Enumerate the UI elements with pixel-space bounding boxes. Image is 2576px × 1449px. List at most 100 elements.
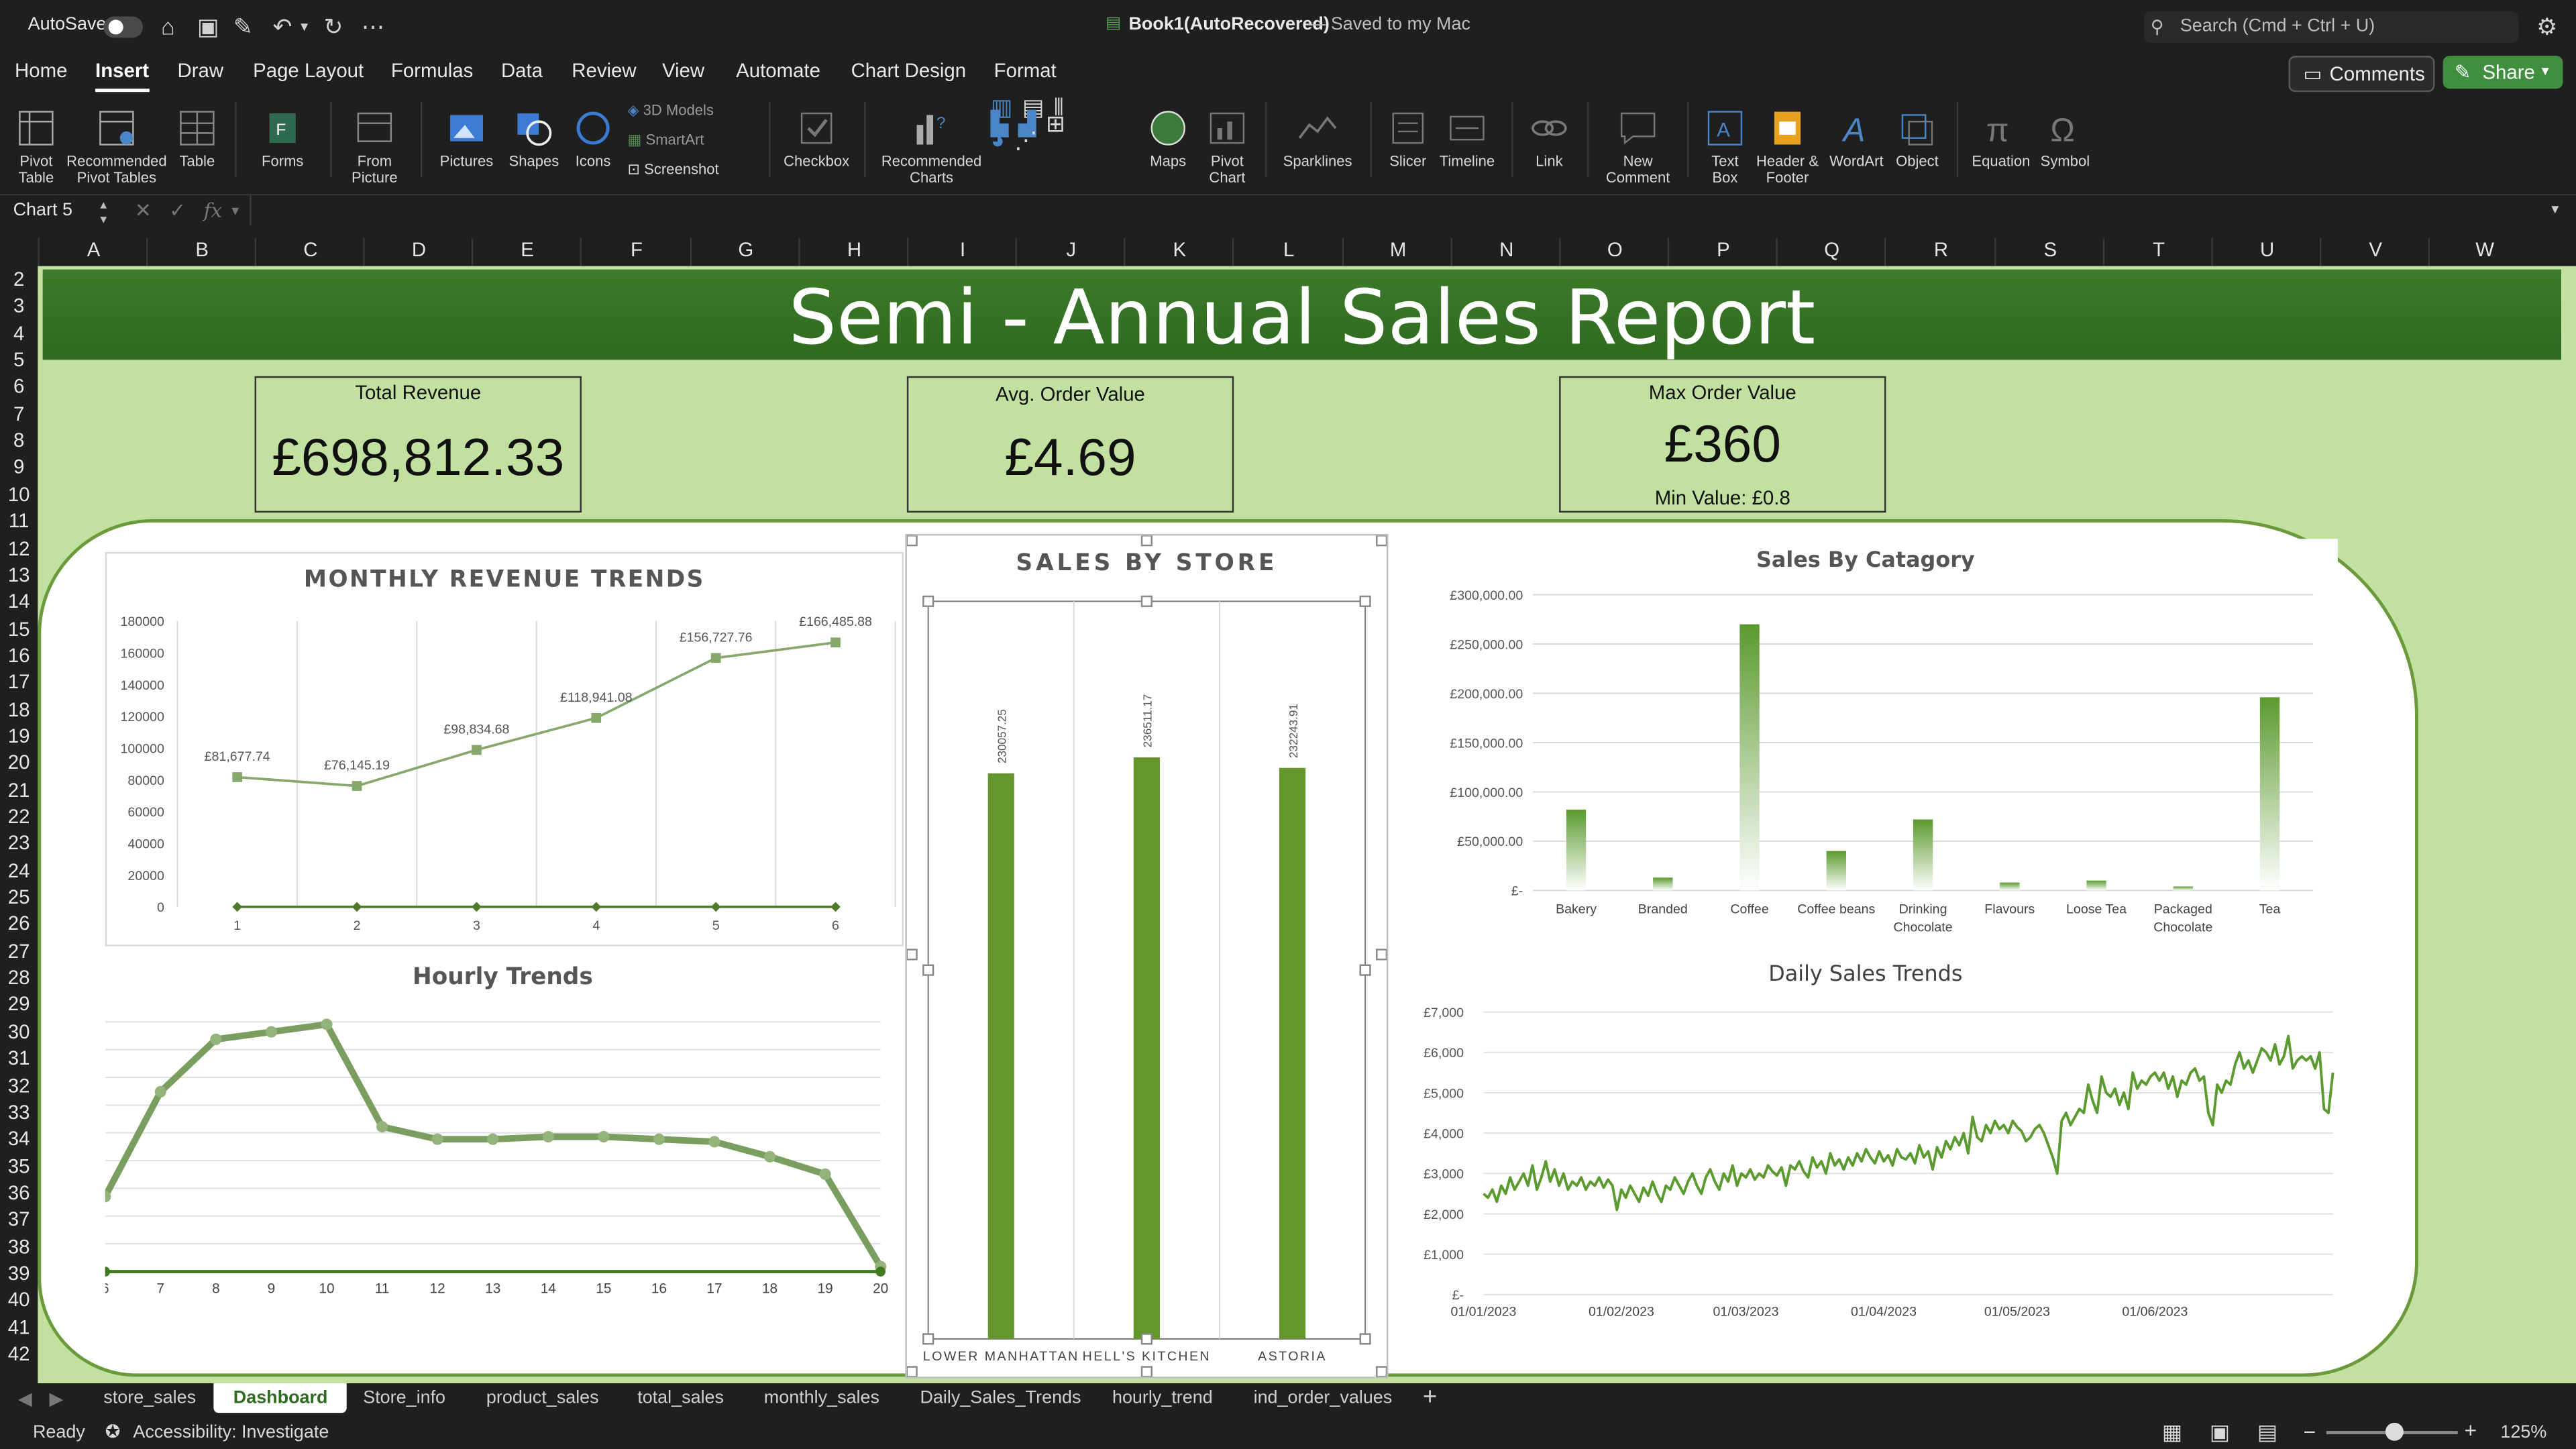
expand-formula-icon[interactable]: ▾ <box>2551 201 2559 219</box>
row-header[interactable]: 5 <box>0 348 38 374</box>
tab-format[interactable]: Format <box>994 59 1057 82</box>
row-header[interactable]: 18 <box>0 698 38 724</box>
next-sheet-icon[interactable]: ▶ <box>49 1388 63 1409</box>
shapes-button[interactable]: Shapes <box>502 102 565 169</box>
row-header[interactable]: 30 <box>0 1020 38 1046</box>
row-header[interactable]: 12 <box>0 537 38 563</box>
formula-input[interactable] <box>250 195 2535 225</box>
save-icon[interactable]: ▣ <box>197 13 219 42</box>
sheet-tab-total-sales[interactable]: total_sales <box>637 1388 724 1407</box>
column-header[interactable]: Q <box>1776 238 1886 266</box>
sheet-tab-store-sales[interactable]: store_sales <box>103 1388 196 1407</box>
row-header[interactable]: 7 <box>0 402 38 428</box>
share-dropdown-icon[interactable]: ▾ <box>2542 62 2549 80</box>
normal-view-icon[interactable]: ▦ <box>2162 1419 2182 1446</box>
zoom-slider-thumb[interactable] <box>2385 1422 2404 1441</box>
pie-chart-icon[interactable]: ◕ <box>991 127 1014 153</box>
3d-models-button[interactable]: ◈ 3D Models <box>628 102 759 118</box>
row-header[interactable]: 3 <box>0 294 38 321</box>
kpi-avg-order-value[interactable]: Avg. Order Value £4.69 <box>906 376 1234 513</box>
row-header[interactable]: 42 <box>0 1342 38 1368</box>
row-header[interactable]: 2 <box>0 268 38 294</box>
accessibility-status[interactable]: Accessibility: Investigate <box>133 1423 329 1442</box>
name-box[interactable]: Chart 5 <box>13 201 72 220</box>
column-header[interactable]: P <box>1667 238 1778 266</box>
sheet-tab-monthly-sales[interactable]: monthly_sales <box>764 1388 879 1407</box>
row-header[interactable]: 14 <box>0 590 38 616</box>
monthly-revenue-chart[interactable]: MONTHLY REVENUE TRENDS 0 20000 40000 60000 8… <box>105 551 904 947</box>
header-footer-button[interactable]: Header & Footer <box>1752 102 1824 186</box>
row-header[interactable]: 33 <box>0 1100 38 1126</box>
slicer-button[interactable]: Slicer <box>1382 102 1434 169</box>
sheet-tab-ind-order-values[interactable]: ind_order_values <box>1254 1388 1393 1407</box>
row-header[interactable]: 21 <box>0 778 38 804</box>
row-header[interactable]: 23 <box>0 832 38 858</box>
column-header[interactable]: M <box>1342 238 1452 266</box>
column-header[interactable]: B <box>146 238 256 266</box>
row-header[interactable]: 13 <box>0 564 38 590</box>
column-header[interactable]: E <box>471 238 582 266</box>
maps-button[interactable]: Maps <box>1140 102 1196 169</box>
column-header[interactable]: D <box>363 238 473 266</box>
redo-icon[interactable]: ↻ <box>323 13 343 42</box>
new-comment-button[interactable]: New Comment <box>1600 102 1676 186</box>
column-header[interactable]: I <box>906 238 1017 266</box>
row-header[interactable]: 19 <box>0 724 38 751</box>
prev-sheet-icon[interactable]: ◀ <box>18 1388 32 1409</box>
screenshot-button[interactable]: ⊡ Screenshot <box>628 161 759 177</box>
dashboard-sheet[interactable]: Semi - Annual Sales Report Total Revenue… <box>38 266 2576 1384</box>
tab-review[interactable]: Review <box>572 59 636 82</box>
from-picture-button[interactable]: From Picture <box>341 102 407 186</box>
column-header[interactable]: K <box>1124 238 1234 266</box>
search-input[interactable]: Search (Cmd + Ctrl + U) <box>2180 16 2375 36</box>
row-header[interactable]: 20 <box>0 751 38 777</box>
sales-by-store-chart[interactable]: SALES BY STORE 230057.25 LOWER MANHATTAN 2… <box>905 533 1389 1379</box>
recommended-pivot-button[interactable]: Recommended Pivot Tables <box>66 102 168 186</box>
text-box-button[interactable]: A Text Box <box>1699 102 1751 186</box>
fx-dropdown-icon[interactable]: ▾ <box>231 202 239 220</box>
undo-dropdown-icon[interactable]: ▾ <box>301 18 308 36</box>
cancel-icon[interactable]: ✕ <box>135 199 152 221</box>
tab-chart-design[interactable]: Chart Design <box>851 59 967 82</box>
object-button[interactable]: Object <box>1889 102 1945 169</box>
chart-type-gallery[interactable]: ▥▤⫴ ▙▟⊞ ◕⋰ <box>991 95 1138 180</box>
column-header[interactable]: L <box>1232 238 1344 266</box>
kpi-max-order-value[interactable]: Max Order Value £360 Min Value: £0.8 <box>1559 376 1886 513</box>
row-header[interactable]: 31 <box>0 1046 38 1073</box>
tab-view[interactable]: View <box>662 59 704 82</box>
share-button[interactable]: ✎ Share ▾ <box>2443 56 2563 89</box>
row-header[interactable]: 24 <box>0 859 38 885</box>
select-all-corner[interactable] <box>0 233 38 266</box>
column-header[interactable]: O <box>1559 238 1669 266</box>
column-header[interactable]: F <box>580 238 692 266</box>
function-icon[interactable]: fx <box>204 199 222 221</box>
enter-icon[interactable]: ✓ <box>169 199 186 221</box>
kpi-total-revenue[interactable]: Total Revenue £698,812.33 <box>254 376 582 513</box>
pictures-button[interactable]: Pictures <box>434 102 500 169</box>
column-header[interactable]: T <box>2102 238 2213 266</box>
tab-home[interactable]: Home <box>15 59 67 82</box>
tab-formulas[interactable]: Formulas <box>391 59 473 82</box>
search-box[interactable]: ⚲ Search (Cmd + Ctrl + U) <box>2143 11 2519 43</box>
sheet-tab-hourly-trend[interactable]: hourly_trend <box>1112 1388 1213 1407</box>
row-header[interactable]: 11 <box>0 510 38 536</box>
row-header[interactable]: 25 <box>0 885 38 912</box>
checkbox-button[interactable]: Checkbox <box>779 102 855 169</box>
add-sheet-icon[interactable]: + <box>1423 1383 1437 1411</box>
sparklines-button[interactable]: Sparklines <box>1278 102 1357 169</box>
row-header[interactable]: 36 <box>0 1181 38 1208</box>
row-header[interactable]: 10 <box>0 483 38 509</box>
home-icon[interactable]: ⌂ <box>161 13 175 40</box>
row-header[interactable]: 16 <box>0 644 38 670</box>
column-header[interactable]: C <box>254 238 365 266</box>
column-header[interactable]: W <box>2428 238 2540 266</box>
recommended-charts-button[interactable]: ? Recommended Charts <box>877 102 986 186</box>
row-header[interactable]: 8 <box>0 429 38 455</box>
row-header[interactable]: 35 <box>0 1155 38 1181</box>
column-header[interactable]: V <box>2319 238 2430 266</box>
row-header[interactable]: 32 <box>0 1073 38 1099</box>
tab-draw[interactable]: Draw <box>177 59 223 82</box>
column-header[interactable]: R <box>1884 238 1996 266</box>
row-header[interactable]: 22 <box>0 805 38 831</box>
sheet-tab-daily-sales-trends[interactable]: Daily_Sales_Trends <box>920 1388 1081 1407</box>
